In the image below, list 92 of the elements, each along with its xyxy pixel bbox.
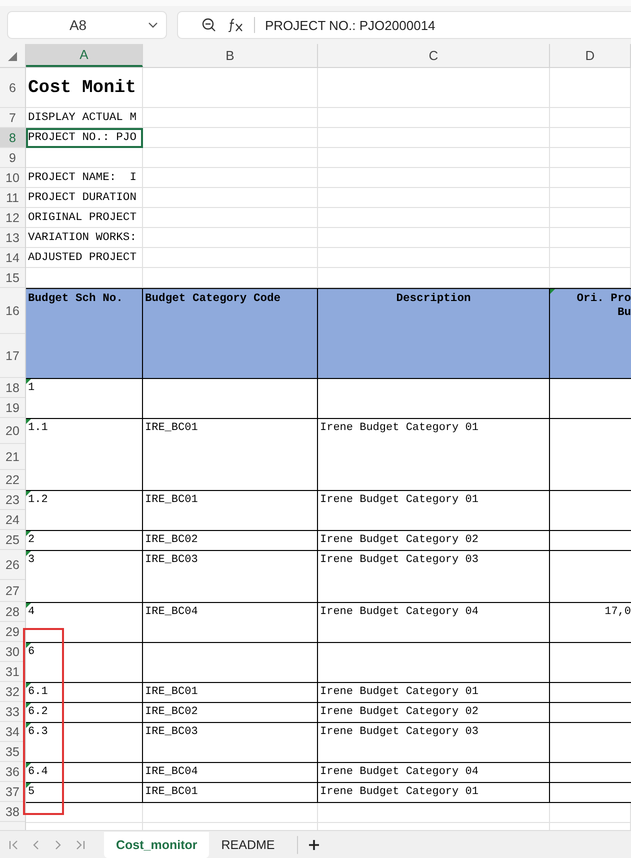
table-cell-text: 1 — [28, 381, 36, 395]
zoom-icon[interactable] — [202, 18, 216, 32]
row-header[interactable]: 14 — [0, 248, 25, 268]
sheet-title: Cost Monit — [28, 78, 136, 98]
row-header[interactable]: 19 — [0, 398, 25, 418]
table-cell-text: IRE_BC01 — [145, 493, 199, 507]
row-header[interactable]: 30 — [0, 642, 25, 662]
cell-text: VARIATION WORKS: — [28, 232, 136, 244]
column-header[interactable]: D — [550, 44, 631, 67]
add-sheet-icon[interactable] — [308, 838, 320, 850]
row-header[interactable]: 13 — [0, 228, 25, 248]
column-header[interactable]: C — [318, 44, 550, 67]
row-header[interactable]: 9 — [0, 148, 25, 168]
row-header[interactable]: 36 — [0, 762, 25, 782]
column-heading: Description — [318, 289, 550, 379]
table-cell-text: Irene Budget Category 01 — [320, 685, 480, 699]
table-cell-text: 4 — [28, 605, 36, 619]
table-cell-text: 1.1 — [28, 421, 49, 435]
row-header[interactable]: 33 — [0, 702, 25, 722]
table-cell-text: Irene Budget Category 02 — [320, 705, 480, 719]
row-header[interactable]: 37 — [0, 782, 25, 802]
table-cell-text: Irene Budget Category 04 — [320, 605, 480, 619]
row-header[interactable]: 12 — [0, 208, 25, 228]
table-cell-text: IRE_BC01 — [145, 421, 199, 435]
table-cell-text: 6.4 — [28, 765, 49, 779]
table-cell-text: IRE_BC01 — [145, 685, 199, 699]
row-header[interactable]: 34 — [0, 722, 25, 742]
row-header[interactable]: 29 — [0, 622, 25, 642]
cell-reference: A8 — [68, 17, 88, 33]
name-box[interactable]: A8 — [7, 11, 167, 39]
row-header[interactable]: 10 — [0, 168, 25, 188]
cell-text: PROJECT NO.: PJO — [28, 132, 136, 144]
row-header[interactable]: 32 — [0, 682, 25, 702]
row-header[interactable]: 20 — [0, 418, 25, 444]
row-header[interactable]: 24 — [0, 510, 25, 530]
table-cell-text: Irene Budget Category 04 — [320, 765, 480, 779]
cell-text: DISPLAY ACTUAL M — [28, 112, 136, 124]
column-heading: Budget Category Code — [143, 289, 318, 379]
cell-text: PROJECT DURATION — [28, 192, 136, 204]
table-cell-text: 3 — [28, 553, 36, 567]
row-header[interactable]: 21 — [0, 444, 25, 470]
table-cell-text: Irene Budget Category 01 — [320, 785, 480, 799]
row-header[interactable]: 15 — [0, 268, 25, 288]
table-cell-text: 2 — [28, 533, 36, 547]
function-icon[interactable] — [228, 18, 244, 32]
select-all-icon[interactable] — [8, 52, 17, 61]
table-cell-text: IRE_BC04 — [145, 605, 199, 619]
row-header[interactable]: 35 — [0, 742, 25, 762]
table-cell-text: IRE_BC01 — [145, 785, 199, 799]
row-header[interactable]: 25 — [0, 530, 25, 550]
row-header[interactable]: 38 — [0, 802, 25, 822]
sheet-tab[interactable]: README — [209, 832, 287, 858]
cell-text: ADJUSTED PROJECT — [28, 252, 136, 264]
table-cell-text: 6.2 — [28, 705, 49, 719]
table-cell-text: IRE_BC02 — [145, 533, 199, 547]
table-cell-text: Irene Budget Category 03 — [320, 725, 480, 739]
last-sheet-icon[interactable] — [74, 838, 86, 850]
row-header[interactable]: 8 — [0, 128, 25, 148]
cell-text: PROJECT NAME: I — [28, 172, 136, 184]
sheet-tab[interactable]: Cost_monitor — [104, 832, 210, 858]
row-header[interactable]: 16 — [0, 288, 25, 334]
column-heading: Ori. Pro Bu — [550, 289, 631, 379]
column-heading: Budget Sch No. — [26, 289, 143, 379]
row-header[interactable]: 28 — [0, 602, 25, 622]
table-cell-text: Irene Budget Category 02 — [320, 533, 480, 547]
table-cell-text: IRE_BC04 — [145, 765, 199, 779]
row-header[interactable]: 22 — [0, 470, 25, 490]
table-cell-text: IRE_BC02 — [145, 705, 199, 719]
table-cell-text: Irene Budget Category 01 — [320, 493, 480, 507]
row-header[interactable]: 11 — [0, 188, 25, 208]
row-header[interactable]: 18 — [0, 378, 25, 398]
table-cell-text: 5 — [28, 785, 36, 799]
row-header[interactable]: 27 — [0, 580, 25, 602]
column-header[interactable]: A — [26, 44, 143, 67]
cell-text: ORIGINAL PROJECT — [28, 212, 136, 224]
table-cell-text: IRE_BC03 — [145, 553, 199, 567]
table-cell-text: 6.3 — [28, 725, 49, 739]
table-cell-text: IRE_BC03 — [145, 725, 199, 739]
table-cell-text: Irene Budget Category 01 — [320, 421, 480, 435]
table-cell: 17,0 — [604, 605, 631, 619]
table-cell-text: 1.2 — [28, 493, 49, 507]
table-cell-text: 6.1 — [28, 685, 49, 699]
row-header[interactable]: 23 — [0, 490, 25, 510]
row-header[interactable]: 6 — [0, 68, 25, 108]
row-header[interactable]: 17 — [0, 334, 25, 378]
chevron-down-icon[interactable] — [148, 22, 158, 28]
row-header[interactable]: 31 — [0, 662, 25, 682]
table-cell-text: Irene Budget Category 03 — [320, 553, 480, 567]
table-cell-text: 6 — [28, 645, 36, 659]
row-header[interactable]: 26 — [0, 550, 25, 580]
column-header[interactable]: B — [143, 44, 318, 67]
first-sheet-icon[interactable] — [8, 838, 20, 850]
